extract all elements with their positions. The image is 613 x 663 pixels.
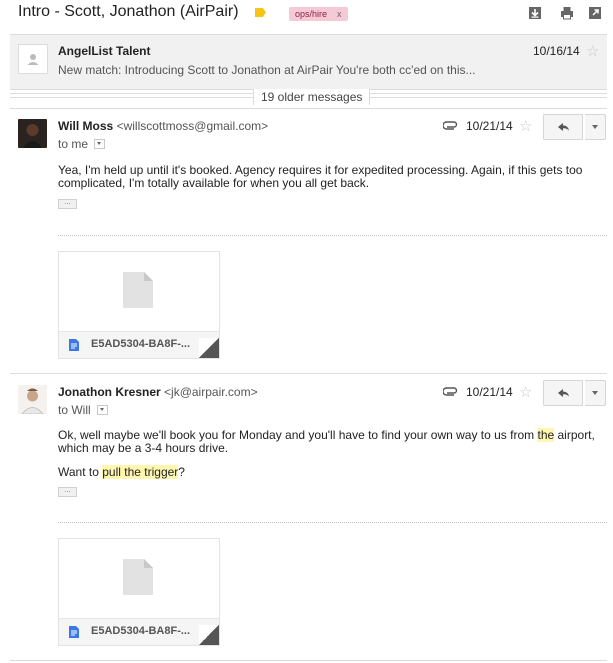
older-messages-button[interactable]: 19 older messages: [253, 89, 371, 105]
document-icon: [69, 626, 79, 638]
message-separator: [10, 660, 607, 661]
reply-icon: [558, 389, 569, 397]
recipient-text: to me: [58, 137, 89, 151]
avatar-photo: [18, 385, 47, 414]
avatar-placeholder: [18, 44, 48, 74]
conversation-subject: Intro - Scott, Jonathon (AirPair): [18, 3, 239, 20]
star-icon[interactable]: ☆: [586, 42, 599, 60]
recipient-line[interactable]: to Will: [58, 403, 108, 417]
print-icon[interactable]: [560, 6, 574, 20]
more-actions-button[interactable]: [585, 114, 606, 140]
sender-email: <jk@airpair.com>: [164, 385, 258, 399]
attachment-card[interactable]: E5AD5304-BA8F-...: [58, 538, 220, 646]
file-icon: [123, 272, 153, 308]
message-body-line: Want to pull the trigger?: [58, 465, 185, 479]
avatar: [18, 119, 47, 148]
label-text: ops/hire: [295, 9, 328, 19]
attachments-divider: [58, 522, 607, 523]
page-fold-icon: [199, 625, 219, 645]
star-icon[interactable]: ☆: [519, 383, 532, 401]
message-body: Yea, I'm held up until it's booked. Agen…: [58, 164, 603, 190]
message-date: 10/16/14: [533, 44, 580, 58]
file-icon: [123, 559, 153, 595]
recipient-line[interactable]: to me: [58, 137, 106, 151]
sender-name: Jonathon Kresner: [58, 385, 161, 399]
show-details-icon[interactable]: [94, 138, 106, 149]
attachment-name: E5AD5304-BA8F-...: [91, 338, 191, 350]
attachment-footer: E5AD5304-BA8F-...: [59, 331, 219, 358]
more-actions-button[interactable]: [585, 380, 606, 406]
message-sender: Will Moss <willscottmoss@gmail.com>: [58, 119, 268, 133]
sender-email: <willscottmoss@gmail.com>: [116, 119, 269, 133]
message-sender: Jonathon Kresner <jk@airpair.com>: [58, 385, 258, 399]
message-date: 10/21/14: [466, 385, 513, 399]
message-body: Ok, well maybe we'll book you for Monday…: [58, 428, 603, 479]
recipient-text: to Will: [58, 403, 91, 417]
remove-label-icon[interactable]: x: [337, 9, 342, 19]
message-separator: [10, 373, 607, 374]
message-date: 10/21/14: [466, 119, 513, 133]
document-icon: [69, 339, 79, 351]
reply-icon: [558, 123, 569, 131]
attachment-card[interactable]: E5AD5304-BA8F-...: [58, 251, 220, 359]
new-window-icon[interactable]: [588, 6, 602, 20]
message-snippet: New match: Introducing Scott to Jonathon…: [58, 63, 476, 77]
show-trimmed-content-button[interactable]: ...: [58, 486, 77, 497]
sender-name: AngelList Talent: [58, 44, 151, 58]
reply-button[interactable]: [543, 114, 583, 140]
reply-button[interactable]: [543, 380, 583, 406]
highlighted-text: pull the trigger: [102, 465, 179, 479]
attachment-footer: E5AD5304-BA8F-...: [59, 618, 219, 645]
show-trimmed-content-button[interactable]: ...: [58, 198, 77, 209]
paperclip-icon: [443, 121, 458, 130]
label-tag-icon[interactable]: [255, 8, 266, 17]
sender-name: Will Moss: [58, 119, 114, 133]
message-body-line: which may be a 3-4 hours drive.: [58, 441, 229, 455]
avatar-photo: [18, 119, 47, 148]
download-icon[interactable]: [528, 6, 542, 20]
attachment-name: E5AD5304-BA8F-...: [91, 625, 191, 637]
star-icon[interactable]: ☆: [519, 117, 532, 135]
page-fold-icon: [199, 338, 219, 358]
collapsed-message[interactable]: [10, 34, 607, 90]
show-details-icon[interactable]: [96, 404, 108, 415]
label-chip[interactable]: ops/hire x: [289, 7, 348, 21]
message-body-line: Yea, I'm held up until it's booked. Agen…: [58, 163, 583, 190]
message-separator: [10, 108, 607, 109]
person-icon: [27, 54, 39, 65]
paperclip-icon: [443, 387, 458, 396]
highlighted-text: the: [537, 428, 555, 442]
attachments-divider: [58, 235, 607, 236]
avatar: [18, 385, 47, 414]
